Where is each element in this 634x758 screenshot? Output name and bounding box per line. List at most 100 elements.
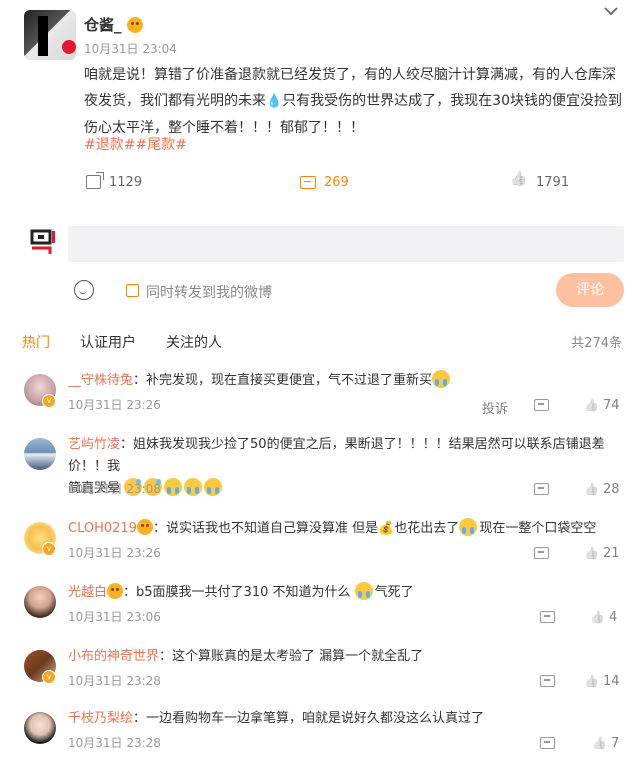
like-count: 28 (603, 482, 620, 497)
commenter-name[interactable]: 小布的神奇世界 (68, 649, 159, 664)
comment-like-button[interactable]: 7 (592, 736, 619, 751)
comment-like-button[interactable]: 21 (584, 546, 620, 561)
reply-icon (534, 547, 549, 559)
like-count: 14 (603, 674, 620, 689)
comment-time: 10月31日 23:26 (68, 546, 161, 560)
reply-icon (540, 675, 555, 687)
comment-text-2: 也花出去了 (394, 521, 460, 536)
comment-text: b5面膜我一共付了310 不知道为什么 (136, 585, 351, 600)
like-count: 7 (611, 736, 620, 751)
crying-emoji-icon (432, 370, 451, 388)
like-icon (592, 737, 606, 751)
comment-time: 10月31日 23:26 (68, 398, 161, 412)
like-count: 4 (609, 610, 618, 625)
crying-emoji-icon (204, 478, 223, 496)
submit-comment-button[interactable]: 评论 (556, 273, 624, 307)
water-drop-icon: 💧 (266, 94, 283, 109)
comment-input[interactable] (68, 226, 624, 262)
tab-following[interactable]: 关注的人 (166, 332, 222, 352)
comment-body: CLOH0219 ：说实话我也不知道自己算没算准 但是💰也花出去了 现在一整个口袋空… (68, 518, 596, 540)
reply-button[interactable] (534, 483, 549, 495)
comment-like-button[interactable]: 74 (584, 398, 620, 413)
reply-button[interactable] (534, 399, 549, 411)
post-content: 咱就是说！算错了价准备退款就已经发货了，有的人绞尽脑汁计算满减，有的人仓库深夜发… (84, 62, 626, 141)
comment-text: 姐妹我发现我少捡了50的便宜之后，果断退了！！！！结果居然可以联系店铺退差价！！… (68, 437, 605, 474)
comment-time: 10月31日 23:08 (68, 482, 161, 496)
like-icon (584, 547, 598, 561)
share-button[interactable]: 1129 (86, 172, 142, 192)
verified-icon: v (42, 542, 56, 556)
like-icon (584, 675, 598, 689)
comment-body: 光越白 ：b5面膜我一共付了310 不知道为什么 气死了 (68, 582, 414, 604)
weibo-logo-icon (30, 228, 56, 262)
commenter-name[interactable]: __守株待兔 (68, 373, 133, 388)
tab-hot[interactable]: 热门 (22, 332, 50, 352)
avatar[interactable] (24, 712, 56, 744)
reply-icon (540, 611, 555, 623)
comment-body: 千枝乃梨绘：一边看购物车一边拿笔算，咱就是说好久都没这么认真过了 (68, 711, 485, 726)
comment-text: 一边看购物车一边拿笔算，咱就是说好久都没这么认真过了 (146, 711, 485, 726)
like-count: 21 (603, 546, 620, 561)
report-button[interactable]: 投诉 (482, 398, 508, 417)
comment-text-3: 现在一整个口袋空空 (479, 521, 597, 536)
author-avatar[interactable] (24, 10, 76, 60)
like-count: 74 (603, 398, 620, 413)
crying-emoji-icon (459, 518, 478, 536)
forward-label[interactable]: 同时转发到我的微博 (146, 282, 272, 302)
commenter-name[interactable]: CLOH0219 (68, 521, 137, 536)
like-icon (584, 399, 598, 413)
comment-total: 共274条 (571, 336, 622, 351)
comment-text: 说实话我也不知道自己算没算准 但是 (165, 521, 379, 536)
reply-button[interactable] (540, 675, 555, 687)
reply-icon (534, 483, 549, 495)
verified-icon: v (42, 394, 56, 408)
avatar[interactable] (24, 586, 56, 618)
comment-text-2: 气死了 (374, 585, 414, 600)
chevron-down-icon[interactable] (602, 4, 620, 22)
author-name-text[interactable]: 仓酱_ (84, 16, 122, 34)
crying-emoji-icon (164, 478, 183, 496)
commenter-name[interactable]: 艺屿竹凌 (68, 437, 120, 452)
comment-time: 10月31日 23:28 (68, 736, 161, 750)
emoji-picker-icon[interactable] (74, 280, 94, 300)
comment-time: 10月31日 23:28 (68, 674, 161, 688)
share-count: 1129 (109, 174, 143, 190)
comment-icon (300, 175, 316, 189)
comment-body: 小布的神奇世界：这个算账真的是太考验了 漏算一个就全乱了 (68, 649, 424, 664)
tab-verified-users[interactable]: 认证用户 (80, 332, 136, 352)
comment-like-button[interactable]: 4 (590, 610, 617, 625)
money-bag-icon: 💰 (378, 521, 395, 536)
crying-emoji-icon (354, 582, 373, 600)
comment-text: 这个算账真的是太考验了 漏算一个就全乱了 (172, 649, 424, 664)
reply-button[interactable] (540, 611, 555, 623)
comment-like-button[interactable]: 28 (584, 482, 620, 497)
report-label: 投诉 (482, 402, 509, 417)
crying-emoji-icon (184, 478, 203, 496)
comment-like-button[interactable]: 14 (584, 674, 620, 689)
comment-count: 269 (324, 174, 349, 190)
comment-time: 10月31日 23:06 (68, 610, 161, 624)
like-button[interactable]: 1791 (510, 172, 569, 192)
like-icon (590, 611, 604, 625)
like-icon (510, 173, 528, 191)
post-time[interactable]: 10月31日 23:04 (84, 40, 177, 57)
post-tags[interactable]: #退款##尾款# (84, 134, 187, 154)
author-name[interactable]: 仓酱_ (84, 14, 143, 35)
commenter-name[interactable]: 光越白 (68, 585, 107, 600)
reply-icon (534, 399, 549, 411)
comment-button[interactable]: 269 (300, 172, 349, 192)
avatar[interactable] (24, 438, 56, 470)
comment-body: __守株待兔：补完发现，现在直接买更便宜，气不过退了重新买 (68, 370, 452, 392)
reply-icon (540, 737, 555, 749)
verified-icon: v (42, 670, 56, 684)
member-badge-icon (136, 519, 153, 535)
reply-button[interactable] (534, 547, 549, 559)
commenter-name[interactable]: 千枝乃梨绘 (68, 711, 133, 726)
member-badge-icon (107, 583, 124, 599)
like-count: 1791 (536, 174, 570, 190)
forward-checkbox[interactable] (126, 284, 139, 297)
like-icon (584, 483, 598, 497)
share-icon (86, 172, 104, 189)
comment-text: 补完发现，现在直接买更便宜，气不过退了重新买 (146, 373, 433, 388)
reply-button[interactable] (540, 737, 555, 749)
